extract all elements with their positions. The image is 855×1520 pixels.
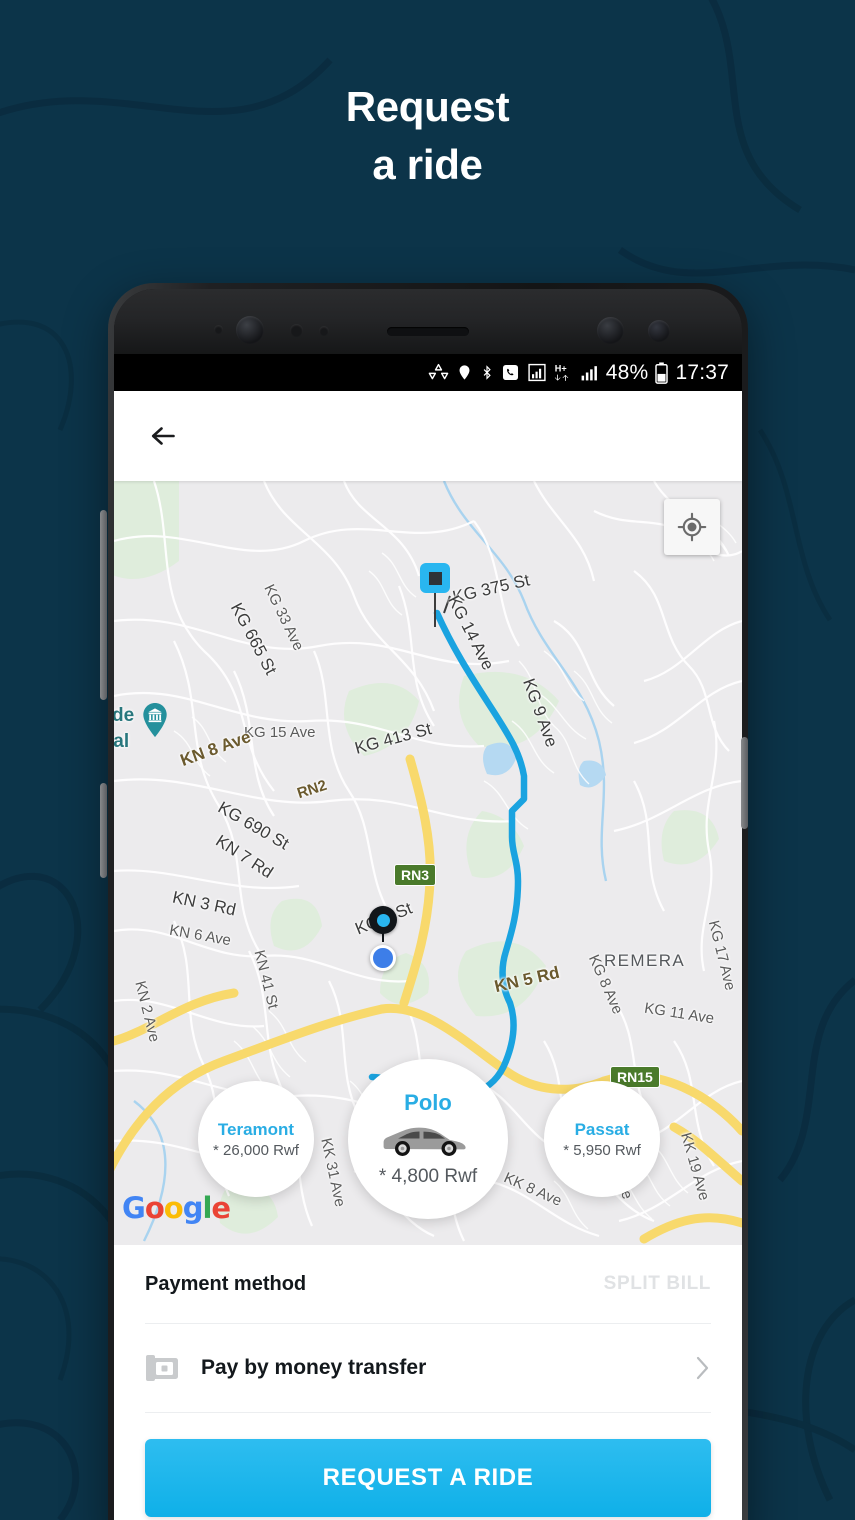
- split-bill-button[interactable]: SPLIT BILL: [604, 1273, 711, 1295]
- front-camera-icon: [236, 316, 264, 344]
- payment-method-label: Pay by money transfer: [201, 1356, 427, 1379]
- ride-options: Teramont * 26,000 Rwf Polo * 4,800 Rwf P…: [114, 1059, 742, 1245]
- ride-option-polo[interactable]: Polo * 4,800 Rwf: [348, 1059, 508, 1219]
- bottom-sheet: Payment method SPLIT BILL Pay by money t…: [114, 1245, 742, 1520]
- payment-header: Payment method SPLIT BILL: [145, 1245, 711, 1323]
- payment-method-title: Payment method: [145, 1272, 307, 1295]
- ride-option-price: * 5,950 Rwf: [563, 1141, 641, 1159]
- proximity-sensor-icon: [214, 325, 223, 334]
- ride-option-name: Teramont: [217, 1119, 295, 1139]
- signal-bars-icon: [581, 366, 597, 381]
- destination-marker[interactable]: [420, 563, 450, 627]
- phone-mockup: H+ 48% 17:37 KG 375 St KG 33 Ave KG 665 …: [108, 283, 748, 1520]
- ride-option-passat[interactable]: Passat * 5,950 Rwf: [544, 1081, 660, 1197]
- light-sensor-icon: [319, 326, 329, 336]
- earpiece-speaker: [387, 327, 469, 336]
- destination-stem: [434, 593, 436, 627]
- volume-button[interactable]: [100, 510, 107, 700]
- secondary-sensor-icon: [648, 320, 670, 342]
- back-arrow-icon: [151, 427, 175, 445]
- map-view[interactable]: KG 375 St KG 33 Ave KG 665 St KG 15 Ave …: [114, 481, 742, 1245]
- user-location-dot: [370, 945, 396, 971]
- route-shield: RN3: [394, 864, 437, 886]
- ride-option-name: Polo: [404, 1090, 452, 1115]
- headline-line-2: a ride: [372, 140, 483, 188]
- bixby-button[interactable]: [100, 783, 107, 878]
- pickup-marker[interactable]: [369, 906, 397, 934]
- signal-box-icon: [528, 363, 546, 382]
- payment-method-row[interactable]: Pay by money transfer: [145, 1324, 711, 1412]
- my-location-icon: [677, 512, 707, 542]
- headline-line-1: Request: [345, 83, 510, 130]
- request-a-ride-button[interactable]: REQUEST A RIDE: [145, 1439, 711, 1517]
- car-icon: [383, 1127, 466, 1156]
- ride-option-teramont[interactable]: Teramont * 26,000 Rwf: [198, 1081, 314, 1197]
- phone-bezel-top: [114, 289, 742, 354]
- bluetooth-icon: [483, 365, 491, 380]
- battery-icon: [655, 361, 669, 384]
- led-indicator-icon: [597, 317, 624, 344]
- sync-recycle-icon: [428, 363, 449, 380]
- ride-option-name: Passat: [574, 1119, 630, 1139]
- chevron-right-icon: [696, 1356, 709, 1380]
- location-pin-icon: [459, 365, 470, 380]
- battery-percent: 48%: [605, 361, 649, 384]
- map-label: REMERA: [604, 951, 686, 970]
- ride-option-price: * 4,800 Rwf: [378, 1166, 478, 1187]
- call-icon: [502, 364, 518, 381]
- power-button[interactable]: [741, 737, 748, 829]
- svg-text:H+: H+: [555, 363, 567, 373]
- app-screen: KG 375 St KG 33 Ave KG 665 St KG 15 Ave …: [114, 391, 742, 1520]
- iris-sensor-icon: [290, 324, 303, 337]
- museum-pin-icon: [143, 703, 167, 737]
- destination-square-icon: [420, 563, 450, 593]
- wallet-icon: [146, 1355, 178, 1381]
- my-location-button[interactable]: [664, 499, 720, 555]
- app-bar: [114, 391, 742, 481]
- poi-label-partial: de: [114, 705, 135, 726]
- page-title: Request a ride: [0, 78, 855, 194]
- hplus-data-icon: H+: [554, 363, 569, 381]
- android-status-bar: H+ 48% 17:37: [114, 354, 742, 391]
- ride-option-price: * 26,000 Rwf: [213, 1141, 299, 1159]
- status-clock: 17:37: [675, 361, 729, 384]
- back-button[interactable]: [145, 416, 185, 456]
- poi-label-partial: ial: [114, 731, 130, 752]
- divider: [145, 1412, 711, 1413]
- map-label: KG 15 Ave: [244, 724, 316, 741]
